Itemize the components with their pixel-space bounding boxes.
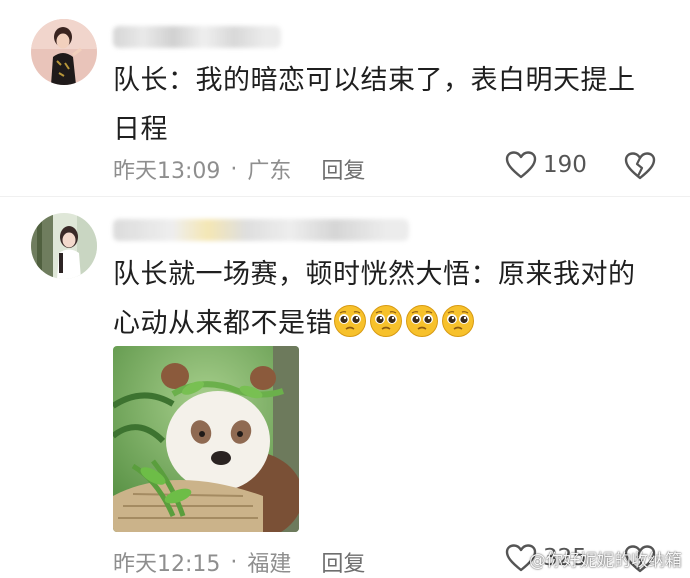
pleading-face-emoji bbox=[442, 305, 474, 337]
separator-dot: · bbox=[230, 156, 238, 182]
broken-heart-icon bbox=[624, 152, 656, 180]
pleading-face-emoji bbox=[370, 305, 402, 337]
comment-text: 队长：我的暗恋可以结束了，表白明天提上日程 bbox=[113, 65, 636, 145]
comment-location: 广东 bbox=[247, 159, 292, 184]
comment-time: 昨天12:15 bbox=[113, 552, 221, 577]
avatar[interactable] bbox=[31, 19, 97, 85]
like-button[interactable]: 190 bbox=[505, 150, 587, 180]
divider bbox=[0, 196, 690, 197]
comment-time: 昨天13:09 bbox=[113, 159, 221, 184]
pleading-face-emoji bbox=[406, 305, 438, 337]
separator-dot: · bbox=[230, 549, 238, 575]
comment-meta: 昨天12:15 · 福建 回复 bbox=[113, 546, 365, 578]
pleading-face-emoji bbox=[334, 305, 366, 337]
reply-button[interactable]: 回复 bbox=[321, 153, 365, 185]
username-blurred[interactable] bbox=[113, 219, 409, 241]
avatar[interactable] bbox=[31, 213, 97, 279]
comment-text: 队长就一场赛，顿时恍然大悟：原来我对的心动从来都不是错 bbox=[113, 250, 653, 348]
like-count: 190 bbox=[543, 152, 587, 178]
dislike-button[interactable] bbox=[624, 151, 656, 185]
comment-meta: 昨天13:09 · 广东 回复 bbox=[113, 153, 365, 185]
panda-photo[interactable] bbox=[113, 346, 299, 532]
comment-location: 福建 bbox=[247, 552, 292, 577]
reply-button[interactable]: 回复 bbox=[321, 546, 365, 578]
watermark: @你好妮妮的收纳箱 bbox=[529, 551, 682, 571]
username-blurred[interactable] bbox=[113, 26, 281, 48]
heart-icon bbox=[505, 151, 537, 179]
